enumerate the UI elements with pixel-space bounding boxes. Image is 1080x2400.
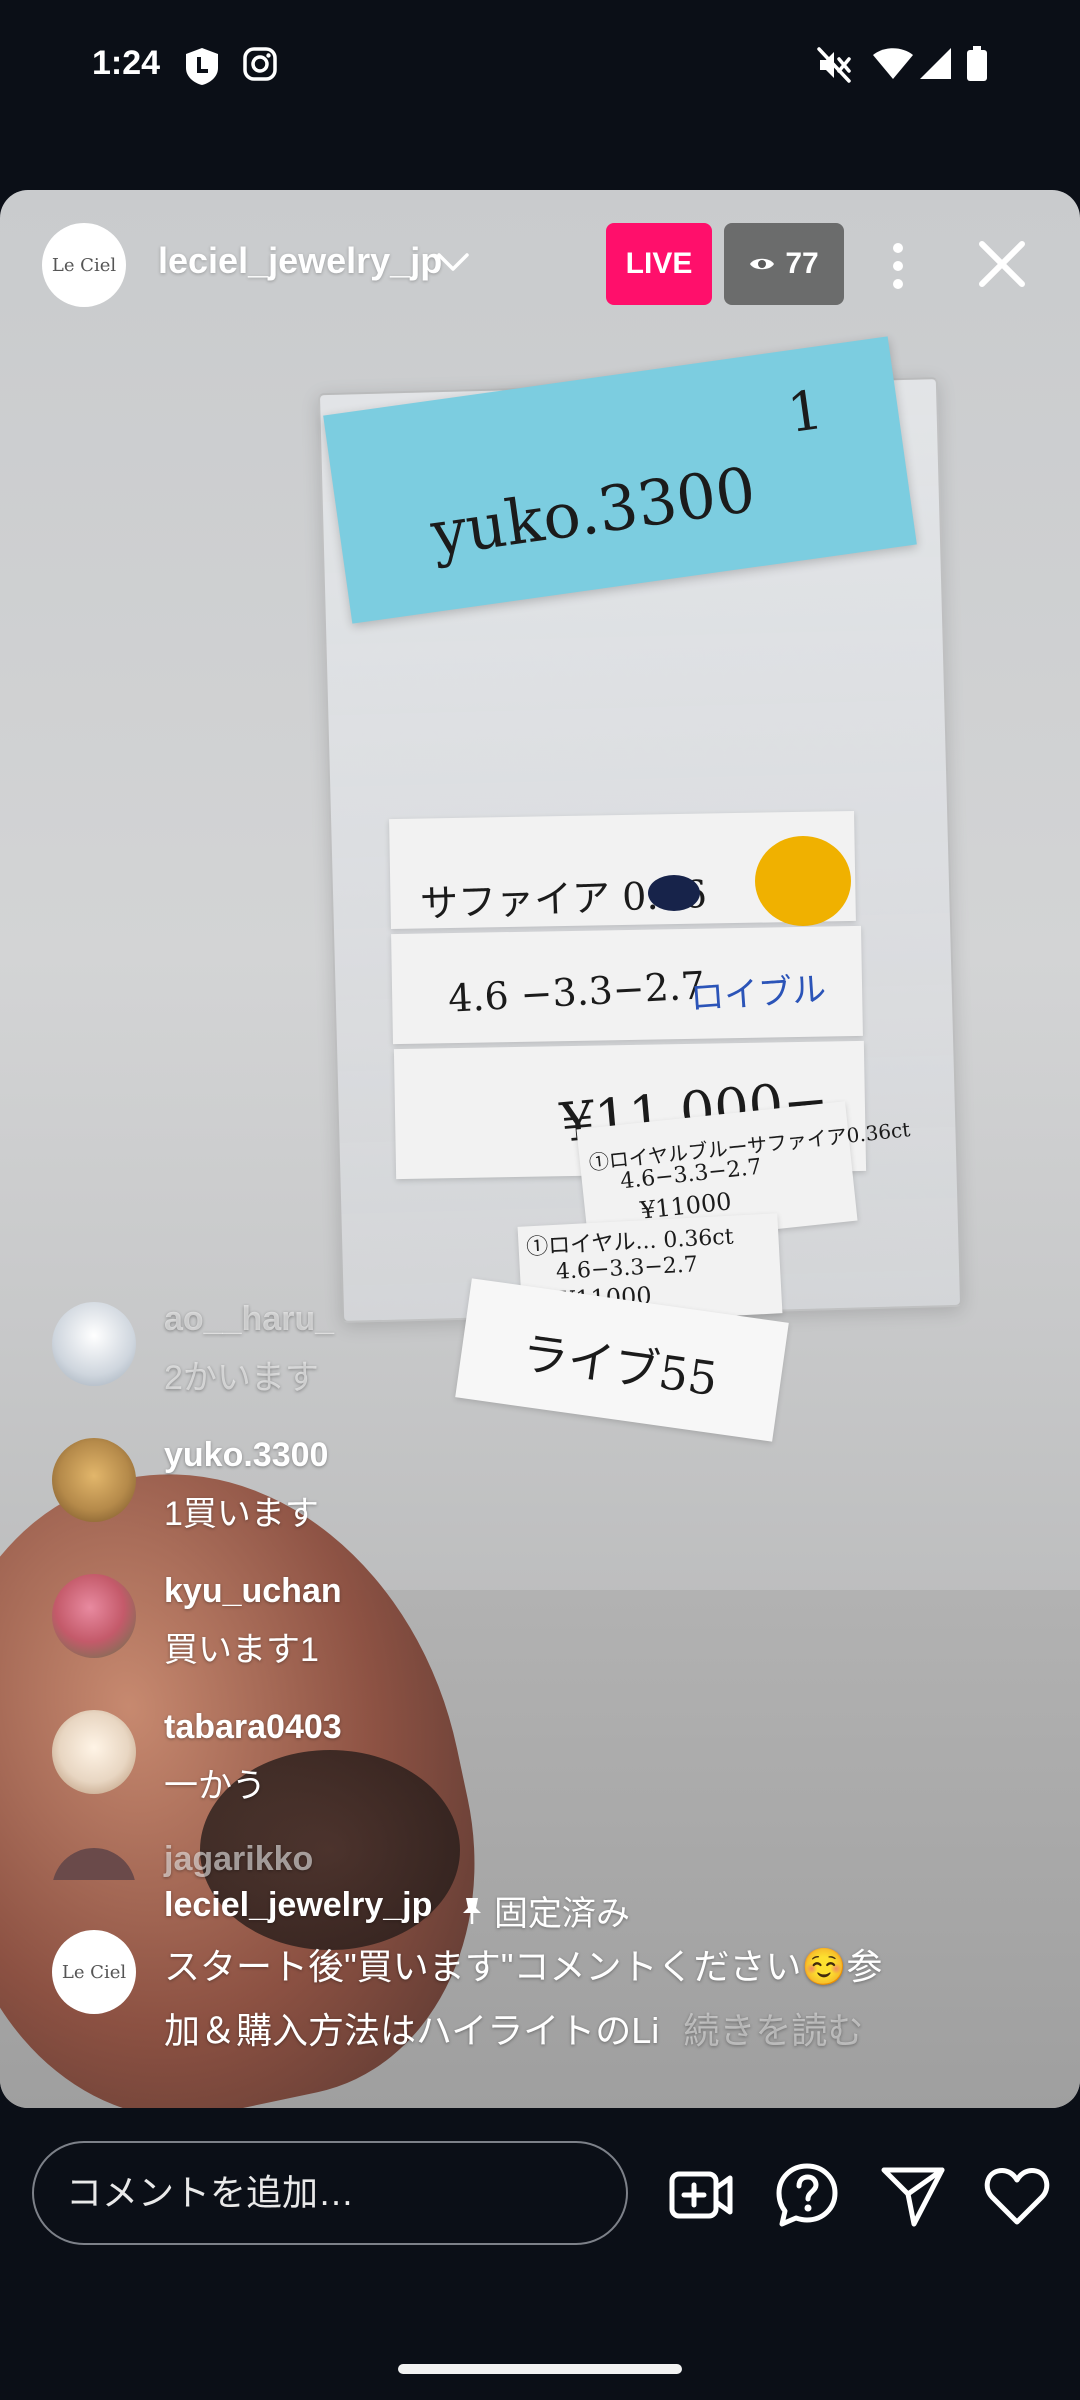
live-badge: LIVE: [606, 223, 712, 305]
status-bar: 1:24: [0, 0, 1080, 130]
commenter-avatar[interactable]: [52, 1848, 136, 1880]
question-icon[interactable]: [772, 2160, 842, 2230]
close-icon[interactable]: [972, 238, 1032, 294]
yellow-sticker: [755, 836, 851, 926]
home-indicator[interactable]: [398, 2364, 682, 2374]
pinned-label: 固定済み: [494, 1895, 630, 1933]
screen: 1:24 yuko.3300 1 サファイア 0.36 4.6 −3.3−2.7…: [0, 0, 1080, 2400]
eye-icon: [750, 258, 775, 270]
wifi-icon: [873, 48, 913, 79]
more-options-icon[interactable]: [878, 238, 918, 294]
pinned-text-line2: 加＆購入方法はハイライトのLi: [164, 2010, 660, 2051]
instagram-icon: [243, 47, 277, 81]
pinned-text-line2-wrap: 加＆購入方法はハイライトのLi 続きを読む: [164, 2002, 863, 2054]
host-username[interactable]: leciel_jewelry_jp: [158, 240, 442, 282]
read-more-link[interactable]: 続きを読む: [683, 2010, 863, 2051]
comment-input[interactable]: [32, 2141, 628, 2245]
pinned-avatar-text: Le Ciel: [61, 1961, 127, 1983]
host-avatar-text: Le Ciel: [51, 254, 117, 276]
comment-text: 1買います: [164, 1495, 319, 1533]
pinned-avatar[interactable]: Le Ciel: [52, 1930, 136, 2014]
commenter-username[interactable]: ao__haru_: [164, 1300, 334, 1339]
comment-text: 買います1: [164, 1631, 319, 1669]
send-icon[interactable]: [878, 2160, 948, 2230]
sapphire-dot: [648, 875, 700, 911]
viewer-count: 77: [785, 247, 819, 280]
host-avatar[interactable]: Le Ciel: [42, 223, 126, 307]
pinned-text-line1: スタート後"買います"コメントください☺️参: [164, 1946, 883, 1987]
battery-icon: [967, 46, 987, 81]
add-video-icon[interactable]: [666, 2160, 736, 2230]
comment-text: 一かう: [164, 1767, 266, 1805]
comment-text: 2かいます: [164, 1359, 319, 1397]
commenter-username[interactable]: yuko.3300: [164, 1436, 328, 1475]
viewer-count-badge[interactable]: 77: [724, 223, 844, 305]
comment-item: jagarikko: [52, 1840, 1002, 1880]
heart-icon[interactable]: [982, 2160, 1052, 2230]
commenter-avatar[interactable]: [52, 1438, 136, 1522]
commenter-username[interactable]: jagarikko: [164, 1840, 313, 1879]
l-app-icon: [186, 48, 218, 85]
pinned-username[interactable]: leciel_jewelry_jp: [164, 1886, 432, 1925]
commenter-username[interactable]: kyu_uchan: [164, 1572, 342, 1611]
status-time: 1:24: [92, 44, 161, 82]
signal-icon: [920, 48, 951, 79]
commenter-avatar[interactable]: [52, 1574, 136, 1658]
chevron-down-icon[interactable]: [436, 250, 470, 274]
mute-icon: [817, 47, 851, 83]
commenter-avatar[interactable]: [52, 1710, 136, 1794]
pinned-tag: 固定済み: [460, 1886, 630, 1935]
label-color: ロイブル: [689, 969, 828, 1019]
commenter-avatar[interactable]: [52, 1302, 136, 1386]
pin-icon: [463, 1897, 481, 1924]
commenter-username[interactable]: tabara0403: [164, 1708, 342, 1747]
